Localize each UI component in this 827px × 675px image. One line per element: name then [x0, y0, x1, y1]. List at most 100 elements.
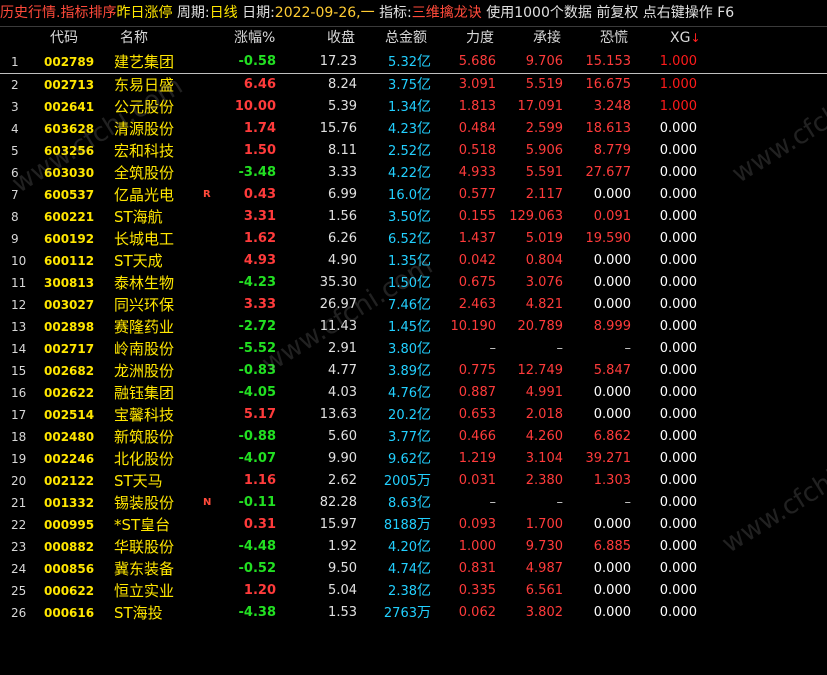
stock-code[interactable]: 002682 — [44, 360, 94, 382]
column-header-xg[interactable]: XG↓ — [670, 27, 701, 49]
table-row[interactable]: 7 600537 亿晶光电 R 0.43 6.99 16.0亿 0.577 2.117 0.000… — [0, 184, 827, 206]
table-row[interactable]: 6 603030 全筑股份 -3.48 3.33 4.22亿 4.933 5.591 27.67… — [0, 162, 827, 184]
table-row[interactable]: 1 002789 建艺集团 -0.58 17.23 5.32亿 5.686 9.706 15.1… — [0, 51, 827, 74]
stock-name[interactable]: 公元股份 — [114, 96, 174, 118]
stock-code[interactable]: 002898 — [44, 316, 94, 338]
stock-name[interactable]: ST天马 — [114, 470, 163, 492]
table-row[interactable]: 17 002514 宝馨科技 5.17 13.63 20.2亿 0.653 2.018 0.00… — [0, 404, 827, 426]
table-row[interactable]: 23 000882 华联股份 -4.48 1.92 4.20亿 1.000 9.730 6.88… — [0, 536, 827, 558]
table-row[interactable]: 19 002246 北化股份 -4.07 9.90 9.62亿 1.219 3.104 39.2… — [0, 448, 827, 470]
table-row[interactable]: 24 000856 冀东装备 -0.52 9.50 4.74亿 0.831 4.987 0.00… — [0, 558, 827, 580]
stock-code[interactable]: 002641 — [44, 96, 94, 118]
stock-name[interactable]: 锡装股份 — [114, 492, 174, 514]
stock-name[interactable]: 宏和科技 — [114, 140, 174, 162]
stock-name[interactable]: 恒立实业 — [114, 580, 174, 602]
column-header-code[interactable]: 代码 — [50, 27, 78, 49]
stock-code[interactable]: 000622 — [44, 580, 94, 602]
stock-name[interactable]: 北化股份 — [114, 448, 174, 470]
stock-name[interactable]: 赛隆药业 — [114, 316, 174, 338]
table-row[interactable]: 18 002480 新筑股份 -0.88 5.60 3.77亿 0.466 4.260 6.86… — [0, 426, 827, 448]
stock-name[interactable]: 长城电工 — [114, 228, 174, 250]
stock-name[interactable]: 建艺集团 — [114, 51, 174, 73]
stock-code[interactable]: 600221 — [44, 206, 94, 228]
table-row[interactable]: 21 001332 锡装股份 N -0.11 82.28 8.63亿 – – – 0.000 — [0, 492, 827, 514]
table-row[interactable]: 12 003027 同兴环保 3.33 26.97 7.46亿 2.463 4.821 0.00… — [0, 294, 827, 316]
column-header-amount[interactable]: 总金额 — [385, 27, 427, 49]
xg-value: 0.000 — [659, 451, 697, 466]
stock-code[interactable]: 000882 — [44, 536, 94, 558]
table-row[interactable]: 13 002898 赛隆药业 -2.72 11.43 1.45亿 10.190 20.789 8… — [0, 316, 827, 338]
stock-name[interactable]: ST天成 — [114, 250, 163, 272]
stock-name[interactable]: ST海航 — [114, 206, 163, 228]
table-row[interactable]: 14 002717 岭南股份 -5.52 2.91 3.80亿 – – – 0.000 — [0, 338, 827, 360]
stock-code[interactable]: 603256 — [44, 140, 94, 162]
stock-code[interactable]: 002246 — [44, 448, 94, 470]
stock-name[interactable]: 泰林生物 — [114, 272, 174, 294]
stock-name[interactable]: *ST皇台 — [114, 514, 170, 536]
stock-code[interactable]: 001332 — [44, 492, 94, 514]
table-row[interactable]: 8 600221 ST海航 3.31 1.56 3.50亿 0.155 129.063 0.09… — [0, 206, 827, 228]
table-row[interactable]: 3 002641 公元股份 10.00 5.39 1.34亿 1.813 17.091 3.24… — [0, 96, 827, 118]
stock-code[interactable]: 002713 — [44, 74, 94, 96]
table-row[interactable]: 10 600112 ST天成 4.93 4.90 1.35亿 0.042 0.804 0.000… — [0, 250, 827, 272]
sort-mode-label[interactable]: .指标排序 — [56, 5, 116, 21]
table-row[interactable]: 25 000622 恒立实业 1.20 5.04 2.38亿 0.335 6.561 0.000… — [0, 580, 827, 602]
table-row[interactable]: 16 002622 融钰集团 -4.05 4.03 4.76亿 0.887 4.991 0.00… — [0, 382, 827, 404]
stock-code[interactable]: 603030 — [44, 162, 94, 184]
amount-unit: 亿 — [417, 319, 431, 335]
table-row[interactable]: 26 000616 ST海投 -4.38 1.53 2763万 0.062 3.802 0.00… — [0, 602, 827, 624]
stock-code[interactable]: 002480 — [44, 426, 94, 448]
column-header-strength[interactable]: 力度 — [466, 27, 494, 49]
stock-code[interactable]: 002122 — [44, 470, 94, 492]
change-percent: -4.05 — [238, 385, 276, 400]
stock-code[interactable]: 300813 — [44, 272, 94, 294]
stock-name[interactable]: 华联股份 — [114, 536, 174, 558]
stock-name[interactable]: 清源股份 — [114, 118, 174, 140]
stock-code[interactable]: 600537 — [44, 184, 94, 206]
table-row[interactable]: 22 000995 *ST皇台 0.31 15.97 8188万 0.093 1.700 0.0… — [0, 514, 827, 536]
stock-code[interactable]: 002514 — [44, 404, 94, 426]
stock-name[interactable]: 东易日盛 — [114, 74, 174, 96]
panic-value: 0.000 — [593, 605, 631, 620]
table-row[interactable]: 15 002682 龙洲股份 -0.83 4.77 3.89亿 0.775 12.749 5.8… — [0, 360, 827, 382]
stock-name[interactable]: ST海投 — [114, 602, 163, 624]
close-price: 2.91 — [328, 341, 357, 356]
date-value[interactable]: 2022-09-26,一 — [275, 5, 375, 21]
stock-name[interactable]: 融钰集团 — [114, 382, 174, 404]
stock-name[interactable]: 宝馨科技 — [114, 404, 174, 426]
stock-code[interactable]: 000616 — [44, 602, 94, 624]
stock-code[interactable]: 003027 — [44, 294, 94, 316]
stock-name[interactable]: 全筑股份 — [114, 162, 174, 184]
stock-name[interactable]: 龙洲股份 — [114, 360, 174, 382]
row-index: 20 — [11, 474, 27, 488]
column-header-name[interactable]: 名称 — [120, 27, 148, 49]
column-header-panic[interactable]: 恐慌 — [600, 27, 628, 49]
stock-code[interactable]: 002789 — [44, 51, 94, 73]
column-header-close[interactable]: 收盘 — [327, 27, 355, 49]
history-label[interactable]: 历史行情 — [0, 5, 56, 21]
table-row[interactable]: 20 002122 ST天马 1.16 2.62 2005万 0.031 2.380 1.303… — [0, 470, 827, 492]
stock-code[interactable]: 600112 — [44, 250, 94, 272]
stock-name[interactable]: 岭南股份 — [114, 338, 174, 360]
stock-name[interactable]: 同兴环保 — [114, 294, 174, 316]
stock-code[interactable]: 603628 — [44, 118, 94, 140]
stock-code[interactable]: 000856 — [44, 558, 94, 580]
period-value[interactable]: 日线 — [210, 5, 238, 21]
stock-code[interactable]: 002622 — [44, 382, 94, 404]
column-header-change[interactable]: 涨幅% — [234, 27, 275, 49]
table-row[interactable]: 2 002713 东易日盛 6.46 8.24 3.75亿 3.091 5.519 16.675… — [0, 74, 827, 96]
column-header-support[interactable]: 承接 — [533, 27, 561, 49]
stock-name[interactable]: 新筑股份 — [114, 426, 174, 448]
stock-name[interactable]: 亿晶光电 — [114, 184, 174, 206]
table-row[interactable]: 9 600192 长城电工 1.62 6.26 6.52亿 1.437 5.019 19.590… — [0, 228, 827, 250]
stock-code[interactable]: 000995 — [44, 514, 94, 536]
indicator-value[interactable]: 三维擒龙诀 — [412, 5, 482, 21]
sort-field-label[interactable]: 昨日涨停 — [116, 5, 172, 21]
stock-code[interactable]: 002717 — [44, 338, 94, 360]
stock-name[interactable]: 冀东装备 — [114, 558, 174, 580]
table-row[interactable]: 11 300813 泰林生物 -4.23 35.30 1.50亿 0.675 3.076 0.0… — [0, 272, 827, 294]
adjust-label[interactable]: 前复权 — [596, 5, 638, 21]
stock-code[interactable]: 600192 — [44, 228, 94, 250]
table-row[interactable]: 4 603628 清源股份 1.74 15.76 4.23亿 0.484 2.599 18.61… — [0, 118, 827, 140]
table-row[interactable]: 5 603256 宏和科技 1.50 8.11 2.52亿 0.518 5.906 8.779 0… — [0, 140, 827, 162]
